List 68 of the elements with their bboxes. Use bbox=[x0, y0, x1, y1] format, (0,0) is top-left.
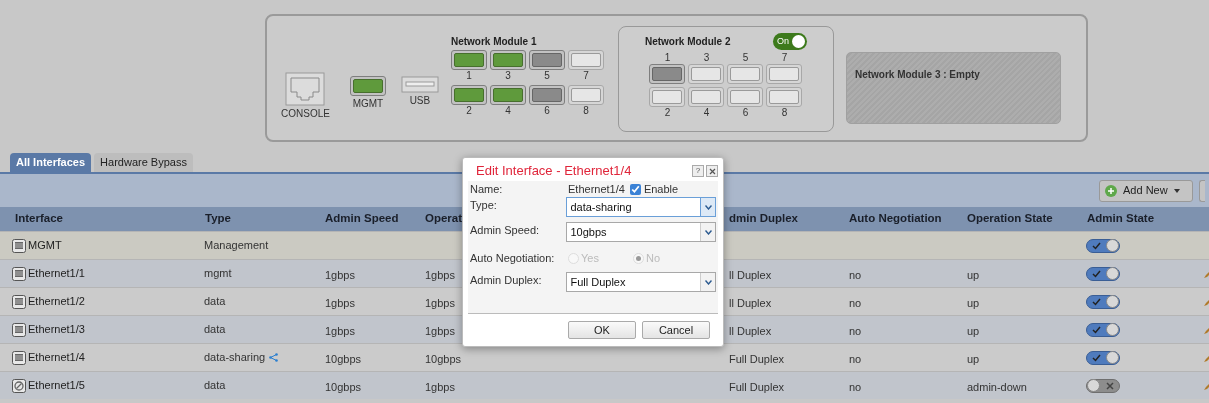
port-number: 4 bbox=[702, 107, 711, 119]
field-label: Name: bbox=[470, 181, 504, 197]
table-cell: 10gbps bbox=[325, 380, 362, 393]
table-cell: 1gbps bbox=[425, 380, 455, 393]
field-label: Admin Speed: bbox=[470, 223, 541, 238]
table-cell: no bbox=[849, 296, 862, 309]
field-label: Type: bbox=[470, 198, 498, 213]
table-cell: 1gbps bbox=[425, 296, 455, 309]
port-number: 2 bbox=[663, 107, 672, 119]
table-cell: up bbox=[967, 324, 980, 337]
port-label: USB bbox=[409, 94, 431, 108]
table-cell: ll Duplex bbox=[729, 296, 772, 309]
table-cell-text: Ethernet1/5 bbox=[28, 378, 85, 394]
table-cell: ll Duplex bbox=[729, 268, 772, 281]
port-number: 8 bbox=[582, 105, 590, 117]
port-number: 8 bbox=[780, 107, 789, 119]
port-number: 6 bbox=[741, 107, 750, 119]
port-number: 7 bbox=[582, 70, 590, 82]
table-cell-text: data bbox=[204, 294, 226, 310]
port-number: 5 bbox=[741, 52, 750, 64]
port-number: 3 bbox=[702, 52, 711, 64]
table-cell-text: Ethernet1/4 bbox=[28, 350, 85, 366]
field-label: Admin Duplex: bbox=[470, 273, 543, 288]
table-cell: no bbox=[849, 352, 862, 365]
table-cell-text: Ethernet1/1 bbox=[28, 266, 85, 282]
dialog-title: Edit Interface - Ethernet1/4 bbox=[475, 162, 632, 181]
checkbox-label: Enable bbox=[643, 181, 679, 197]
table-cell: up bbox=[967, 352, 980, 365]
table-cell-text: data-sharing bbox=[204, 350, 266, 366]
module-title: Network Module 3 : Empty bbox=[854, 69, 980, 80]
table-cell: Full Duplex bbox=[729, 380, 785, 393]
table-cell-text: mgmt bbox=[204, 266, 232, 282]
table-cell: 1gbps bbox=[425, 324, 455, 337]
table-cell: no bbox=[849, 380, 862, 393]
table-cell: up bbox=[967, 268, 980, 281]
table-cell-text: Management bbox=[204, 238, 269, 254]
table-cell-text: data bbox=[204, 378, 226, 394]
table-cell: 1gbps bbox=[325, 324, 355, 337]
table-cell: admin-down bbox=[967, 380, 1027, 393]
table-cell: 10gbps bbox=[425, 352, 462, 365]
module-title: Network Module 1 bbox=[450, 36, 538, 48]
table-cell: no bbox=[849, 324, 862, 337]
table-cell: no bbox=[849, 268, 862, 281]
port-number: 5 bbox=[543, 70, 551, 82]
port-number: 2 bbox=[465, 105, 473, 117]
table-cell: 1gbps bbox=[325, 296, 355, 309]
table-cell: ll Duplex bbox=[729, 324, 772, 337]
port-number: 4 bbox=[504, 105, 512, 117]
module-title: Network Module 2 bbox=[644, 35, 731, 49]
port-number: 3 bbox=[504, 70, 512, 82]
table-cell-text: MGMT bbox=[28, 238, 62, 254]
table-cell: 10gbps bbox=[325, 352, 362, 365]
table-cell: up bbox=[967, 296, 980, 309]
field-label: Auto Negotiation: bbox=[470, 251, 556, 267]
port-label: MGMT bbox=[352, 97, 384, 111]
name-value: Ethernet1/4 bbox=[568, 181, 625, 197]
table-cell-text: Ethernet1/3 bbox=[28, 322, 85, 338]
table-cell: 1gbps bbox=[325, 268, 355, 281]
table-cell: 1gbps bbox=[425, 268, 455, 281]
port-number: 1 bbox=[663, 52, 672, 64]
table-cell: Full Duplex bbox=[729, 352, 785, 365]
table-cell-text: data bbox=[204, 322, 226, 338]
port-label: CONSOLE bbox=[281, 107, 330, 121]
radio-label: No bbox=[645, 251, 660, 267]
port-number: 1 bbox=[465, 70, 473, 82]
table-cell-text: Ethernet1/2 bbox=[28, 294, 85, 310]
port-number: 6 bbox=[543, 105, 551, 117]
port-number: 7 bbox=[780, 52, 789, 64]
